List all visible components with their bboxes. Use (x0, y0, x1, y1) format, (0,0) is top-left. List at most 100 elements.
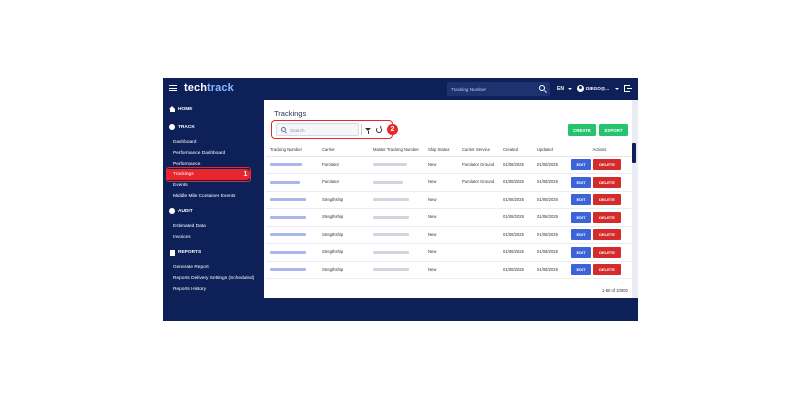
sidebar-section-track[interactable]: TRACK (178, 125, 195, 130)
app-window: techtrack EN DIEGO@... HOME TRACK Dashbo… (163, 78, 638, 333)
edit-button[interactable]: EDIT (571, 211, 591, 223)
create-button[interactable]: CREATE (568, 124, 596, 136)
carrier-service-cell: Purolator Ground (458, 156, 499, 174)
carrier-cell: Stregthship (318, 208, 369, 227)
master-tracking-number (373, 233, 409, 237)
edit-button[interactable]: EDIT (571, 176, 591, 188)
reports-icon (170, 250, 175, 256)
sidebar-item-reports-history[interactable]: Reports History (173, 287, 206, 292)
delete-button[interactable]: DELETE (593, 246, 621, 258)
trackings-panel: Trackings CREATE EXPORT Tracking Number … (264, 100, 632, 298)
carrier-service-cell (458, 226, 499, 244)
table-row[interactable]: Purolator New Purolator Ground 01/08/202… (266, 173, 631, 192)
updated-cell: 01/08/2025 (533, 173, 568, 192)
table-row[interactable]: Stregthship New 01/08/2025 01/08/2025 ED… (266, 191, 631, 209)
updated-cell: 01/08/2025 (533, 156, 568, 174)
sidebar-item-events[interactable]: Events (173, 183, 188, 188)
track-icon (169, 124, 175, 130)
carrier-cell: Stregthship (318, 191, 369, 209)
sidebar-section-audit[interactable]: AUDIT (178, 209, 193, 214)
column-header[interactable]: Updated (533, 144, 568, 157)
tracking-number-link[interactable] (270, 198, 306, 202)
tracking-number-link[interactable] (270, 233, 306, 237)
sidebar-item-home[interactable]: HOME (178, 107, 192, 112)
tracking-number-link[interactable] (270, 215, 306, 219)
search-icon[interactable] (539, 85, 545, 91)
sidebar-item-middle-mile-container-events[interactable]: Middle Mile Container Events (173, 194, 235, 199)
tracking-number-input[interactable] (451, 83, 535, 95)
delete-button[interactable]: DELETE (593, 264, 621, 276)
master-tracking-number (373, 215, 409, 219)
table-header-row: Tracking Number Carrier Master Tracking … (266, 144, 631, 157)
column-header: Actions (568, 144, 631, 157)
tracking-number-link[interactable] (270, 180, 300, 184)
annotation-badge-2: 2 (387, 124, 398, 135)
home-icon (169, 106, 175, 112)
delete-button[interactable]: DELETE (593, 159, 621, 171)
sidebar-item-invoices[interactable]: Invoices (173, 235, 191, 240)
delete-button[interactable]: DELETE (593, 176, 621, 188)
sidebar-item-performance-dashboard[interactable]: Performance Dashboard (173, 151, 225, 156)
chevron-down-icon[interactable] (568, 88, 572, 90)
trackings-highlight-box (166, 167, 251, 182)
carrier-cell: Purolator (318, 156, 369, 174)
column-header[interactable]: Carrier (318, 144, 369, 157)
sidebar-item-reports-delivery-settings[interactable]: Reports Delivery Settings (Scheduled) (173, 276, 254, 281)
table-row[interactable]: Purolator New Purolator Ground 01/08/202… (266, 156, 631, 174)
export-button[interactable]: EXPORT (599, 124, 628, 136)
updated-cell: 01/08/2025 (533, 261, 568, 279)
sidebar: HOME TRACK Dashboard Performance Dashboa… (163, 100, 264, 333)
tracking-number-link[interactable] (270, 268, 306, 272)
edit-button[interactable]: EDIT (571, 194, 591, 206)
updated-cell: 01/08/2025 (533, 191, 568, 209)
chevron-down-icon[interactable] (615, 88, 619, 90)
ship-status-cell: New (424, 173, 458, 192)
carrier-service-cell (458, 243, 499, 262)
sidebar-item-generate-report[interactable]: Generate Report (173, 265, 209, 270)
delete-button[interactable]: DELETE (593, 211, 621, 223)
user-menu[interactable]: DIEGO@... (586, 86, 609, 91)
sidebar-item-estimated-data[interactable]: Estimated Data (173, 224, 206, 229)
app-logo[interactable]: techtrack (184, 82, 234, 94)
carrier-cell: Stregthship (318, 226, 369, 244)
table-row[interactable]: Stregthship New 01/08/2025 01/08/2025 ED… (266, 208, 631, 227)
language-selector[interactable]: EN (557, 86, 564, 92)
column-header[interactable]: Created (499, 144, 533, 157)
column-header[interactable]: Tracking Number (266, 144, 318, 157)
tracking-number-link[interactable] (270, 250, 306, 254)
master-tracking-number (373, 163, 407, 167)
edit-button[interactable]: EDIT (571, 159, 591, 171)
carrier-cell: Purolator (318, 173, 369, 192)
edit-button[interactable]: EDIT (571, 246, 591, 258)
scrollbar[interactable] (632, 143, 636, 163)
master-tracking-number (373, 250, 409, 254)
edit-button[interactable]: EDIT (571, 264, 591, 276)
tracking-number-link[interactable] (270, 163, 302, 167)
sidebar-section-reports[interactable]: REPORTS (178, 250, 201, 255)
column-header[interactable]: Master Tracking Number (369, 144, 424, 157)
carrier-service-cell (458, 191, 499, 209)
table-row[interactable]: Stregthship New 01/08/2025 01/08/2025 ED… (266, 226, 631, 244)
table-row[interactable]: Stregthship New 01/08/2025 01/08/2025 ED… (266, 261, 631, 279)
logout-icon[interactable] (624, 85, 632, 92)
column-header[interactable]: Ship Status (424, 144, 458, 157)
search-highlight-box (271, 120, 393, 139)
menu-icon[interactable] (169, 85, 177, 91)
created-cell: 01/08/2025 (499, 226, 533, 244)
delete-button[interactable]: DELETE (593, 229, 621, 241)
sidebar-item-dashboard[interactable]: Dashboard (173, 140, 196, 145)
carrier-cell: Stregthship (318, 261, 369, 279)
annotation-badge-1: 1 (240, 169, 251, 180)
table-row[interactable]: Stregthship New 01/08/2025 01/08/2025 ED… (266, 243, 631, 262)
tracking-number-search (447, 82, 550, 96)
user-avatar-icon[interactable] (577, 85, 584, 92)
delete-button[interactable]: DELETE (593, 194, 621, 206)
created-cell: 01/08/2025 (499, 261, 533, 279)
ship-status-cell: New (424, 156, 458, 174)
created-cell: 01/08/2025 (499, 173, 533, 192)
carrier-service-cell: Purolator Ground (458, 173, 499, 192)
column-header[interactable]: Carrier Service (458, 144, 499, 157)
edit-button[interactable]: EDIT (571, 229, 591, 241)
updated-cell: 01/08/2025 (533, 208, 568, 227)
ship-status-cell: New (424, 208, 458, 227)
